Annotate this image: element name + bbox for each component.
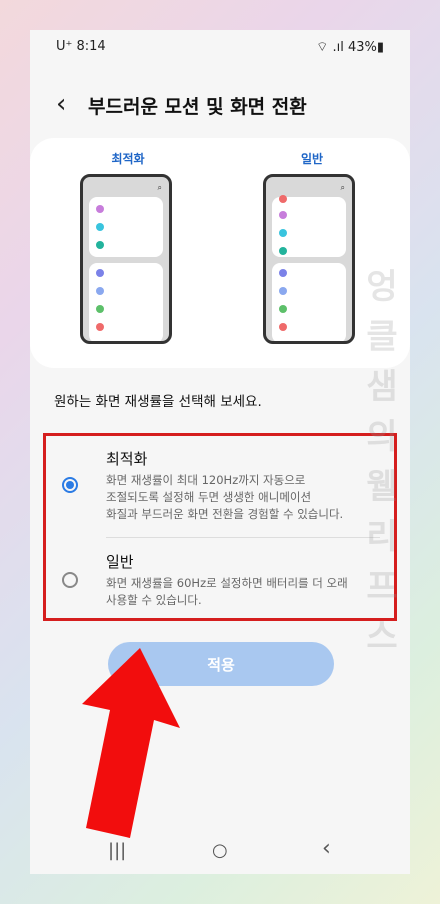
dot-icon — [279, 247, 287, 255]
refresh-rate-prompt: 원하는 화면 재생률을 선택해 보세요. — [54, 394, 262, 410]
dot-icon — [96, 223, 104, 231]
dot-icon — [96, 269, 104, 277]
dot-icon — [279, 269, 287, 277]
nav-back-icon[interactable]: ‹ — [322, 836, 331, 861]
preview-card — [272, 263, 346, 341]
status-time: U⁺ 8:14 — [56, 39, 106, 54]
dot-icon — [96, 241, 104, 249]
red-arrow-icon — [82, 648, 180, 838]
preview-label-optimized: 최적화 — [111, 152, 145, 166]
option-desc-standard: 화면 재생률을 60Hz로 설정하면 배터리를 더 오래 사용할 수 있습니다. — [106, 576, 348, 607]
dot-icon — [96, 323, 104, 331]
page-title: 부드러운 모션 및 화면 전환 — [88, 96, 307, 118]
phone-screen: U⁺ 8:14 ⌔ .ıl 43%▮ ‹ 부드러운 모션 및 화면 전환 최적화… — [30, 30, 410, 874]
status-icons: ⌔ .ıl 43%▮ — [316, 40, 384, 55]
preview-card — [89, 263, 163, 341]
radio-standard[interactable] — [62, 572, 78, 588]
dot-icon — [96, 305, 104, 313]
dot-icon — [279, 305, 287, 313]
dot-icon — [279, 229, 287, 237]
back-arrow-icon[interactable]: ‹ — [56, 90, 66, 118]
search-icon: ⌕ — [340, 183, 345, 192]
preview-phone-optimized: ⌕ — [80, 174, 172, 344]
dot-icon — [279, 287, 287, 295]
preview-card — [89, 197, 163, 257]
dot-icon — [279, 323, 287, 331]
status-bar: U⁺ 8:14 ⌔ .ıl 43%▮ — [30, 30, 410, 66]
recents-icon[interactable]: ||| — [108, 840, 126, 861]
preview-card — [272, 195, 346, 257]
home-icon[interactable]: ○ — [212, 840, 228, 861]
watermark: 엉클샘의 웰리프스 — [366, 267, 398, 657]
refresh-rate-options: 최적화 화면 재생률이 최대 120Hz까지 자동으로 조절되도록 설정해 두면… — [43, 433, 397, 621]
option-title-optimized[interactable]: 최적화 — [106, 448, 147, 469]
radio-optimized[interactable] — [62, 477, 78, 493]
dot-icon — [279, 211, 287, 219]
option-desc-optimized: 화면 재생률이 최대 120Hz까지 자동으로 조절되도록 설정해 두면 생생한… — [106, 473, 344, 521]
preview-phone-standard: ⌕ — [263, 174, 355, 344]
option-title-standard[interactable]: 일반 — [106, 551, 134, 572]
navigation-bar: ||| ○ ‹ — [30, 830, 410, 874]
preview-label-standard: 일반 — [300, 152, 324, 166]
divider — [106, 537, 380, 538]
dot-icon — [96, 205, 104, 213]
dot-icon — [279, 195, 287, 203]
search-icon: ⌕ — [157, 183, 162, 192]
dot-icon — [96, 287, 104, 295]
